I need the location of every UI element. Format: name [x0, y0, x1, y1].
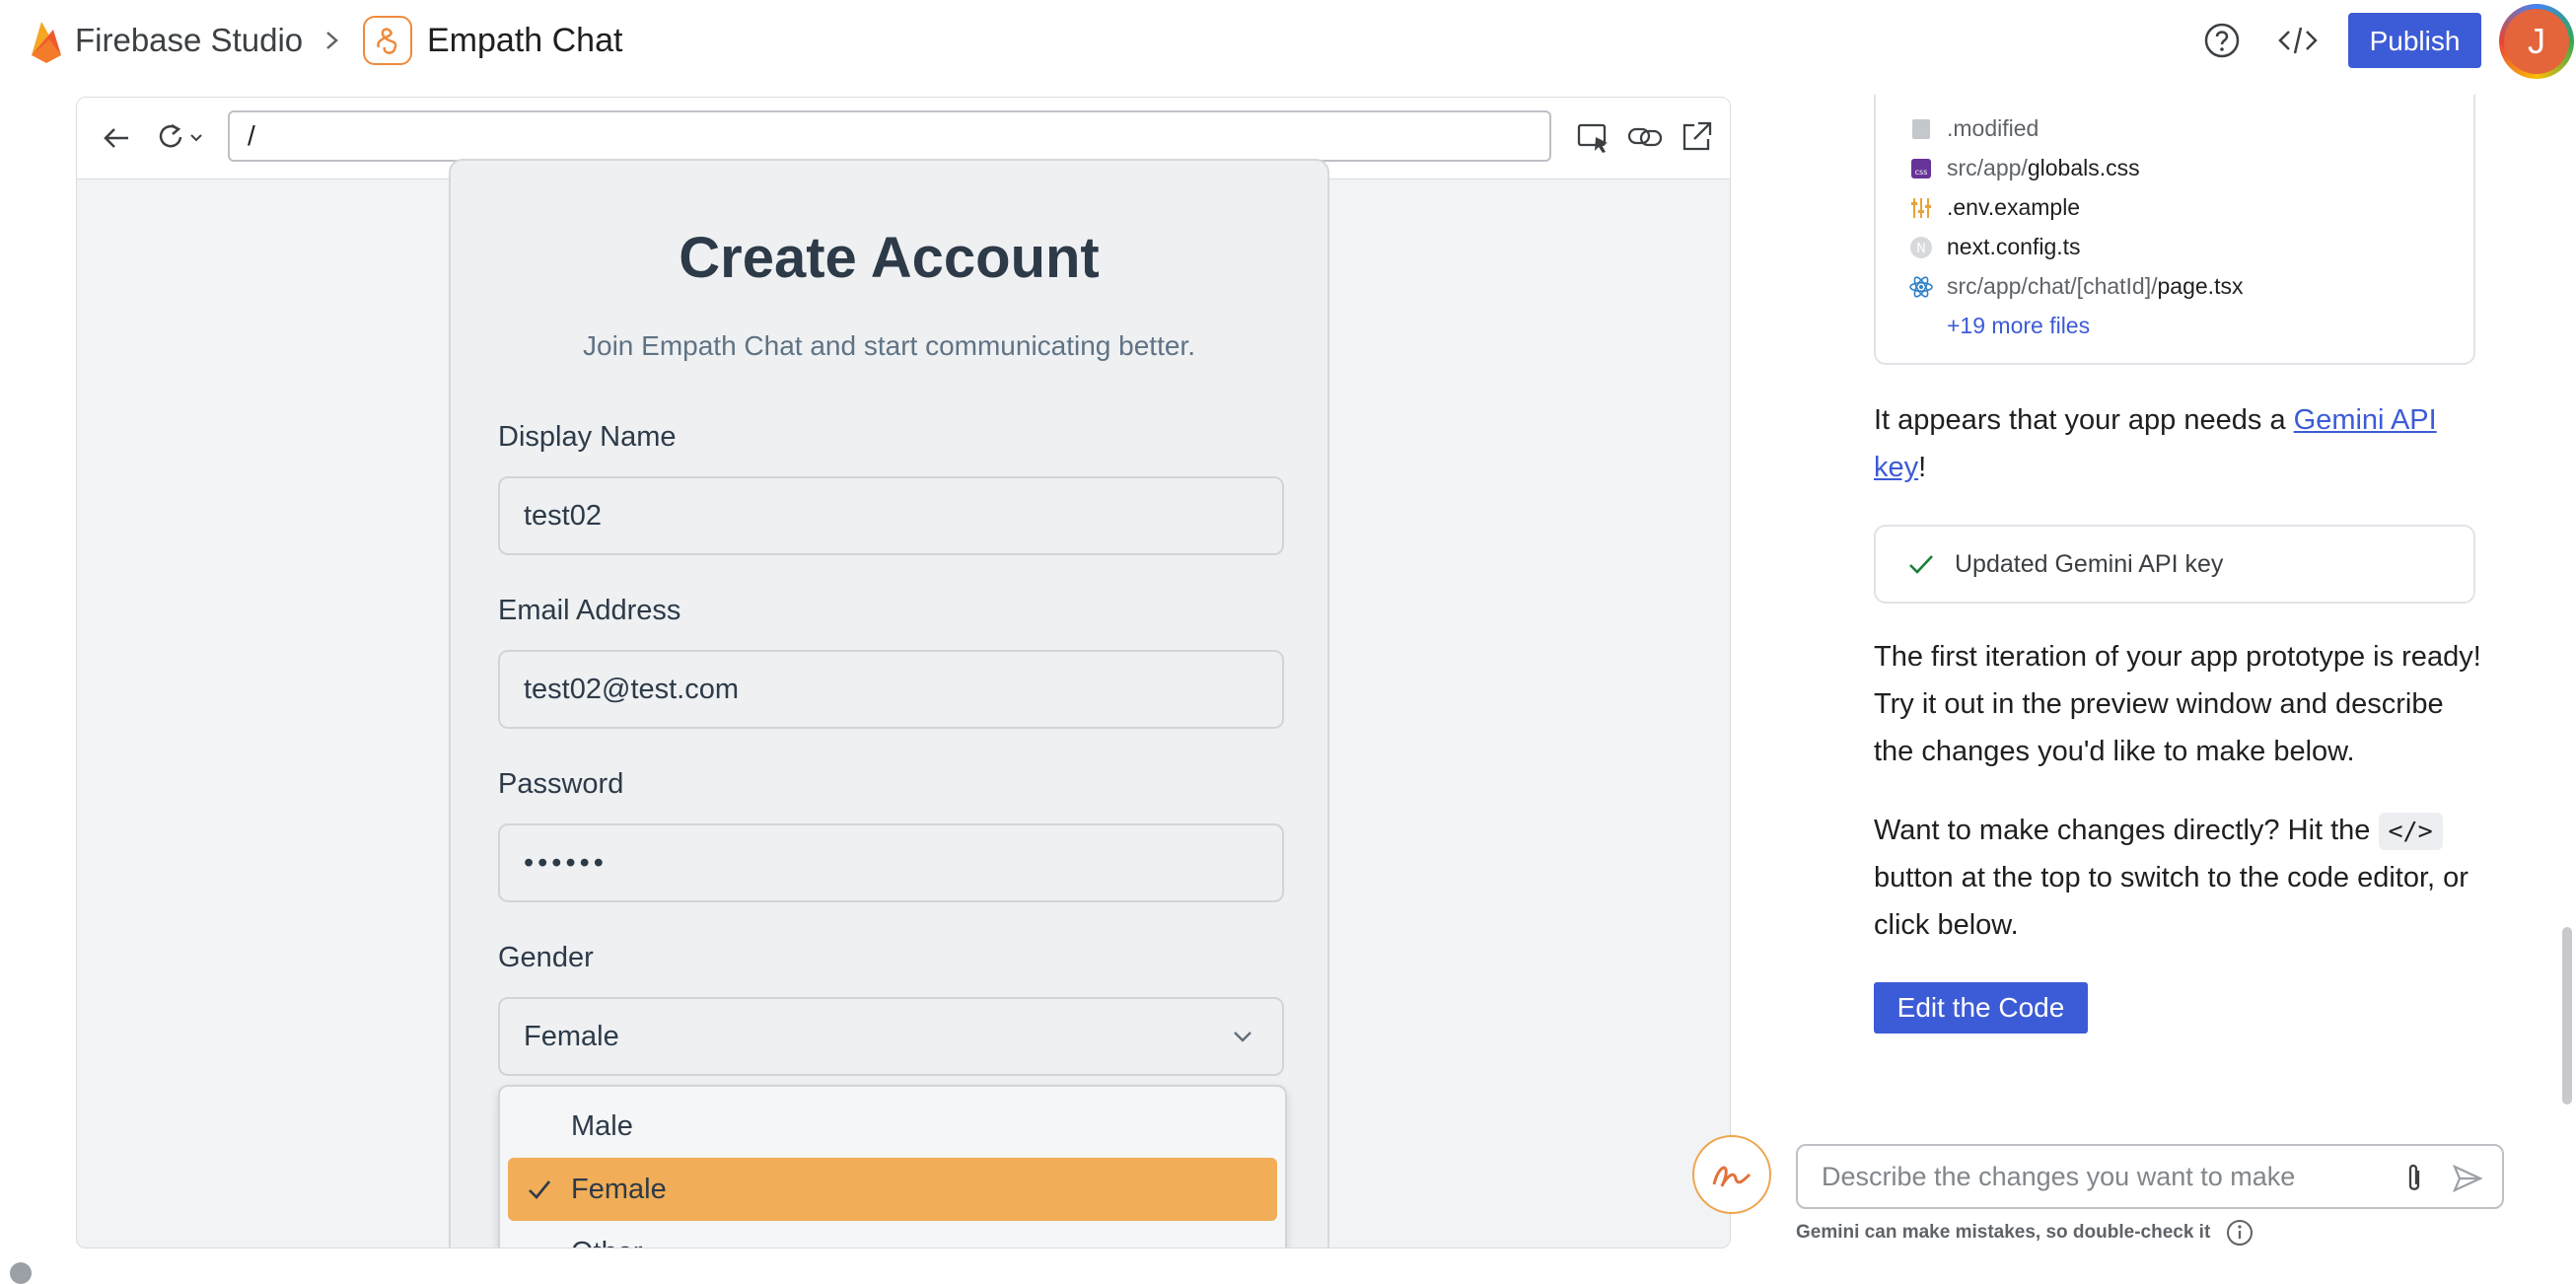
display-name-label: Display Name [498, 421, 677, 453]
prompt-placeholder: Describe the changes you want to make [1822, 1162, 2296, 1191]
edit-code-button[interactable]: Edit the Code [1874, 982, 2088, 1034]
more-files-link[interactable]: +19 more files [1947, 308, 2090, 343]
gender-option-male[interactable]: Male [508, 1095, 1277, 1158]
gender-select[interactable]: Female [498, 997, 1284, 1076]
gender-option-other[interactable]: Other [508, 1221, 1277, 1248]
svg-text:css: css [1915, 168, 1928, 177]
url-input[interactable]: / [228, 110, 1551, 162]
prompt-input[interactable]: Describe the changes you want to make [1796, 1144, 2504, 1209]
open-external-icon[interactable] [1677, 117, 1716, 157]
changed-files-card: .modified css src/app/globals.css .env.e… [1874, 95, 2475, 365]
file-name: page.tsx [2157, 273, 2244, 299]
file-name: .env.example [1947, 194, 2081, 220]
react-icon [1909, 276, 1933, 298]
chevron-down-icon [1234, 1032, 1252, 1042]
password-label: Password [498, 768, 624, 800]
password-field[interactable]: •••••• [498, 823, 1284, 902]
check-icon [529, 1180, 551, 1199]
create-account-card: Create Account Join Empath Chat and star… [449, 159, 1329, 1248]
form-title: Create Account [679, 226, 1100, 290]
preview-panel: / Create Account Join Empath Chat and st… [76, 97, 1731, 1248]
check-icon [1909, 555, 1933, 574]
file-icon [1912, 119, 1930, 139]
project-icon [363, 16, 412, 65]
gender-label: Gender [498, 942, 594, 973]
gender-selected-value: Female [524, 1021, 619, 1052]
avatar-initial: J [2504, 9, 2569, 74]
gemini-avatar [1692, 1135, 1771, 1214]
send-icon[interactable] [2451, 1162, 2484, 1195]
chat-scrollbar[interactable] [2562, 927, 2572, 1105]
gemini-api-key-link[interactable]: Gemini API [2294, 404, 2437, 436]
email-field[interactable]: test02@test.com [498, 650, 1284, 729]
firebase-logo-icon [32, 22, 61, 63]
avatar[interactable]: J [2499, 4, 2574, 79]
app-title[interactable]: Firebase Studio [75, 18, 303, 63]
api-key-message: It appears that your app needs a Gemini … [1874, 404, 2437, 483]
chevron-right-icon [326, 32, 338, 49]
info-icon[interactable] [2226, 1219, 2254, 1247]
css-icon: css [1911, 159, 1931, 178]
file-path: src/app/chat/[chatId]/ [1947, 273, 2158, 299]
disclaimer-text: Gemini can make mistakes, so double-chec… [1796, 1222, 2211, 1244]
back-arrow-icon[interactable] [97, 117, 138, 159]
svg-text:N: N [1916, 242, 1926, 256]
reload-icon[interactable] [148, 117, 211, 159]
top-bar: Firebase Studio Empath Chat Publish J [0, 0, 2576, 83]
select-element-icon[interactable] [1574, 117, 1613, 157]
code-chip: </> [2378, 813, 2443, 850]
env-icon [1911, 198, 1931, 218]
link-icon[interactable] [1625, 117, 1665, 157]
code-toggle-icon[interactable] [2276, 22, 2320, 59]
iteration-message: The first iteration of your app prototyp… [1874, 641, 2481, 767]
gemini-squiggle-icon [1712, 1166, 1752, 1187]
status-text: Updated Gemini API key [1955, 550, 2224, 578]
file-path: src/app/ [1947, 155, 2028, 180]
gender-option-female[interactable]: Female [508, 1158, 1277, 1221]
gender-dropdown: Male Female Other [498, 1085, 1287, 1248]
publish-button[interactable]: Publish [2348, 13, 2481, 68]
direct-edit-message: Want to make changes directly? Hit the <… [1874, 813, 2469, 941]
file-name: globals.css [2027, 155, 2140, 180]
file-name: .modified [1947, 115, 2039, 141]
attach-icon[interactable] [2399, 1162, 2429, 1195]
project-name[interactable]: Empath Chat [427, 18, 622, 63]
form-subtitle: Join Empath Chat and start communicating… [583, 330, 1195, 361]
email-label: Email Address [498, 595, 681, 626]
display-name-field[interactable]: test02 [498, 476, 1284, 555]
file-name: next.config.ts [1947, 234, 2081, 259]
api-key-status-card: Updated Gemini API key [1874, 525, 2475, 604]
disclaimer: Gemini can make mistakes, so double-chec… [1796, 1219, 2254, 1247]
gemini-api-key-link-cont[interactable]: key [1874, 452, 1918, 483]
help-icon[interactable] [2203, 22, 2241, 59]
next-icon: N [1910, 237, 1932, 258]
gender-option-label: Female [571, 1174, 667, 1205]
